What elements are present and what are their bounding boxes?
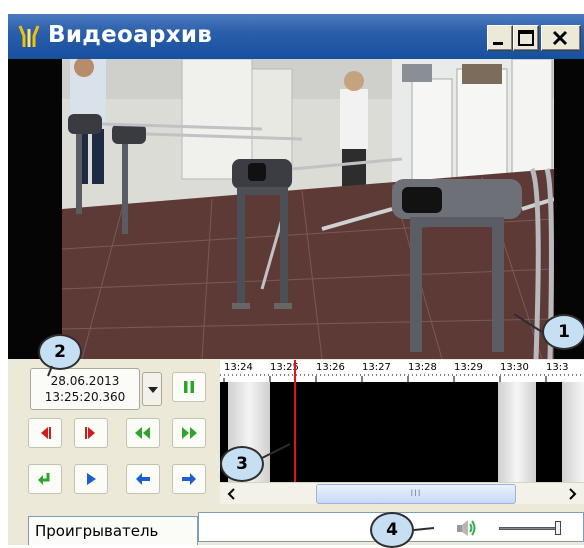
- play-forward-button[interactable]: [74, 464, 108, 494]
- rewind-icon: [135, 427, 150, 439]
- chevron-right-icon: [569, 488, 577, 500]
- next-event-icon: [182, 473, 196, 485]
- turnstile-logo-icon: [18, 25, 40, 47]
- scroll-left-button[interactable]: [222, 484, 242, 504]
- volume-slider[interactable]: [499, 527, 561, 530]
- datetime-field[interactable]: 28.06.2013 13:25:20.360: [30, 368, 140, 410]
- chevron-left-icon: [227, 488, 235, 500]
- bottom-bar: Проигрыватель: [8, 510, 584, 545]
- playback-control-panel: 28.06.2013 13:25:20.360: [8, 360, 218, 494]
- callout-2: 2: [38, 334, 82, 370]
- scroll-right-button[interactable]: [562, 484, 582, 504]
- prev-frame-icon: [41, 427, 51, 439]
- date-value: 28.06.2013: [50, 374, 120, 388]
- callout-4: 4: [370, 512, 414, 548]
- previous-event-icon: [136, 473, 150, 485]
- tick-label: 13:27: [362, 362, 391, 373]
- next-frame-button[interactable]: [74, 418, 108, 448]
- rewind-button[interactable]: [126, 418, 160, 448]
- playhead-marker[interactable]: [294, 360, 296, 488]
- fast-forward-icon: [182, 427, 197, 439]
- maximize-button[interactable]: [513, 25, 539, 51]
- title-bar[interactable]: Видеоархив: [8, 14, 584, 59]
- go-to-start-button[interactable]: [28, 464, 62, 494]
- volume-slider-handle[interactable]: [555, 521, 561, 535]
- time-value: 13:25:20.360: [44, 390, 126, 404]
- play-forward-icon: [87, 473, 96, 485]
- close-button[interactable]: [541, 25, 581, 51]
- callout-1: 1: [542, 314, 584, 350]
- datetime-dropdown-button[interactable]: [142, 372, 162, 406]
- tick-label: 13:28: [408, 362, 437, 373]
- prev-frame-button[interactable]: [28, 418, 62, 448]
- time-ruler[interactable]: 13:24 13:25 13:26 13:27 13:28 13:29 13:3…: [220, 360, 584, 382]
- minimize-icon: [493, 42, 503, 45]
- go-to-start-icon: [38, 473, 50, 485]
- maximize-icon: [518, 30, 534, 46]
- next-event-button[interactable]: [172, 464, 206, 494]
- minimize-button[interactable]: [487, 25, 513, 51]
- speaker-icon[interactable]: [455, 518, 477, 538]
- next-frame-icon: [85, 427, 95, 439]
- tick-label: 13:29: [454, 362, 483, 373]
- pause-button[interactable]: [172, 372, 206, 402]
- recording-segment: [562, 382, 584, 482]
- scroll-thumb[interactable]: III: [316, 484, 516, 504]
- video-archive-window: Видеоархив 28.06.2013 13:25:20.360 13:24…: [8, 14, 584, 548]
- tab-player[interactable]: Проигрыватель: [28, 516, 198, 545]
- recording-track[interactable]: [220, 382, 584, 482]
- recording-segment: [498, 382, 536, 482]
- tick-label: 13:30: [500, 362, 529, 373]
- pause-icon: [184, 381, 194, 393]
- video-viewport[interactable]: [8, 59, 584, 359]
- tick-label: 13:26: [316, 362, 345, 373]
- turnstile-camera-frame: [62, 59, 554, 359]
- timeline-scrollbar[interactable]: III: [220, 482, 584, 504]
- callout-3: 3: [220, 446, 264, 482]
- close-icon: [552, 30, 568, 46]
- previous-event-button[interactable]: [126, 464, 160, 494]
- fast-forward-button[interactable]: [172, 418, 206, 448]
- scroll-grip: III: [410, 489, 422, 499]
- tick-label: 13:3: [546, 362, 569, 373]
- timeline-panel[interactable]: 13:24 13:25 13:26 13:27 13:28 13:29 13:3…: [220, 360, 584, 516]
- tick-label: 13:24: [224, 362, 253, 373]
- window-title: Видеоархив: [48, 22, 213, 48]
